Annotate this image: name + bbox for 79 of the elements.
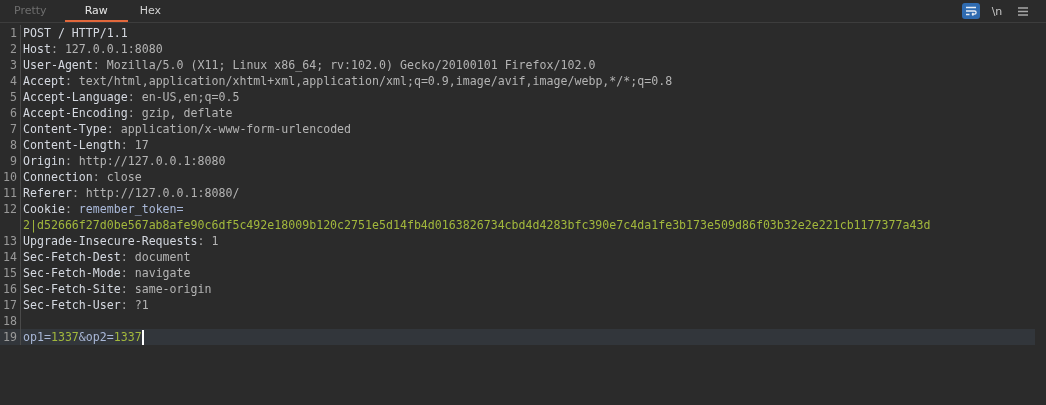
separator-text: :	[120, 138, 129, 152]
line-number: 2	[10, 42, 17, 56]
line-number: 12	[3, 202, 17, 216]
separator-text: :	[120, 298, 129, 312]
separator-text: :	[127, 106, 136, 120]
parameter-value: 1337	[50, 330, 79, 344]
line-number: 4	[10, 74, 17, 88]
wrap-lines-icon	[965, 6, 977, 16]
header-name: Content-Type	[23, 122, 107, 136]
separator-text: :	[71, 186, 80, 200]
line-number: 1	[10, 26, 17, 40]
separator-text: :	[120, 266, 129, 280]
header-value: document	[134, 250, 191, 264]
header-name: Sec-Fetch-Mode	[23, 266, 121, 280]
header-value: navigate	[134, 266, 191, 280]
line-number: 3	[10, 58, 17, 72]
separator-text: :	[64, 74, 73, 88]
parameter-name: op1=	[23, 330, 51, 344]
separator-text: :	[197, 234, 206, 248]
menu-icon	[1018, 6, 1028, 16]
header-name: Accept	[23, 74, 65, 88]
header-value: 1	[211, 234, 219, 248]
separator-text: :	[92, 58, 101, 72]
text-cursor	[141, 329, 144, 345]
header-name: User-Agent	[23, 58, 93, 72]
line-number: 11	[3, 186, 17, 200]
header-value: 17	[134, 138, 149, 152]
line-number: 5	[10, 90, 17, 104]
header-name: Cookie	[23, 202, 65, 216]
header-name: Upgrade-Insecure-Requests	[23, 234, 198, 248]
line-number: 7	[10, 122, 17, 136]
header-name: Accept-Encoding	[23, 106, 128, 120]
header-value: text/html,application/xhtml+xml,application/xml;q=0.9,image/avif,image/webp,*/*;q=0.8	[78, 74, 673, 88]
line-number: 6	[10, 106, 17, 120]
separator-text: :	[127, 90, 136, 104]
parameter-name: remember_token=	[78, 202, 184, 216]
separator-text: :	[64, 154, 73, 168]
line-number: 15	[3, 266, 17, 280]
separator-text: :	[106, 122, 115, 136]
separator-text: :	[120, 282, 129, 296]
header-name: Referer	[23, 186, 72, 200]
header-name: Sec-Fetch-User	[23, 298, 121, 312]
header-value: http://127.0.0.1:8080	[78, 154, 226, 168]
newline-toggle[interactable]: \n	[988, 3, 1006, 19]
header-value: Mozilla/5.0 (X11; Linux x86_64; rv:102.0) Gecko/20100101 Firefox/102.0	[106, 58, 596, 72]
header-name: Accept-Language	[23, 90, 128, 104]
header-name: Connection	[23, 170, 93, 184]
header-name: Content-Length	[23, 138, 121, 152]
line-number: 14	[3, 250, 17, 264]
tab[interactable]: Hex	[127, 0, 180, 22]
line-number: 18	[3, 314, 17, 328]
line-number: 10	[3, 170, 17, 184]
header-name: Host	[23, 42, 51, 56]
header-name: Sec-Fetch-Site	[23, 282, 121, 296]
header-value: close	[106, 170, 142, 184]
parameter-value: 1337	[113, 330, 142, 344]
header-value: 127.0.0.1:8080	[64, 42, 163, 56]
line-number: 16	[3, 282, 17, 296]
line-number: 19	[3, 330, 17, 344]
line-number: 17	[3, 298, 17, 312]
parameter-value: 2|d52666f27d0be567ab8afe90c6df5c492e18009b120c2751e5d14fb4d0163826734cbd4d4283bfc390e7c4da1fe3b173e509d86f03b32e2e221cb1177377a43d	[23, 218, 931, 232]
header-name: Origin	[23, 154, 65, 168]
header-value: ?1	[134, 298, 149, 312]
separator-text: :	[120, 250, 129, 264]
separator-text: :	[92, 170, 101, 184]
header-name: Sec-Fetch-Dest	[23, 250, 121, 264]
line-number: 13	[3, 234, 17, 248]
line-number: 9	[10, 154, 17, 168]
header-value: en-US,en;q=0.5	[141, 90, 240, 104]
parameter-name: &op2=	[78, 330, 114, 344]
word-wrap-toggle[interactable]	[962, 3, 980, 19]
header-value: application/x-www-form-urlencoded	[120, 122, 352, 136]
header-value: same-origin	[134, 282, 212, 296]
request-line-text: POST / HTTP/1.1	[23, 26, 128, 40]
header-value: gzip, deflate	[141, 106, 233, 120]
header-value: http://127.0.0.1:8080/	[85, 186, 240, 200]
separator-text: :	[50, 42, 59, 56]
separator-text: :	[64, 202, 73, 216]
line-number: 8	[10, 138, 17, 152]
